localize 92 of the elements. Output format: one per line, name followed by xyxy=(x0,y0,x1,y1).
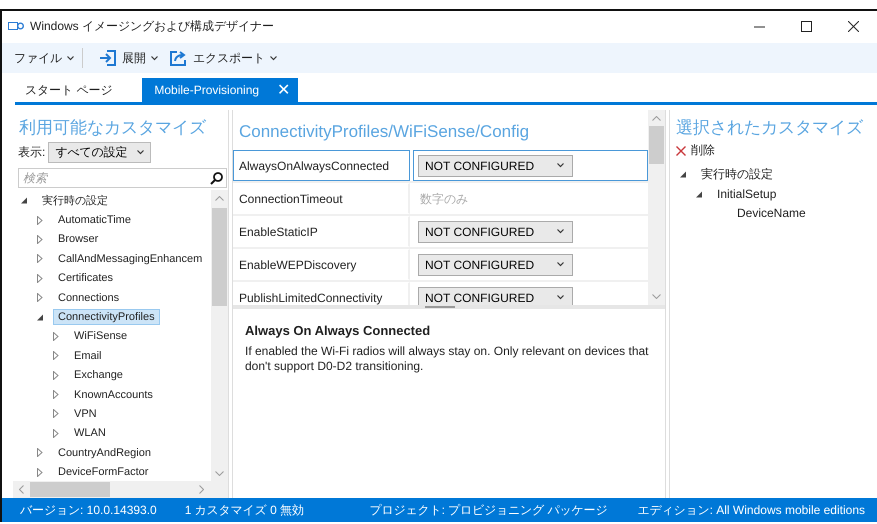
description-text: If enabled the Wi-Fi radios will always stay on. Only relevant on devices that don't support D0-D2 transitioning. xyxy=(245,344,650,374)
chevron-down-icon xyxy=(270,56,277,60)
input-field[interactable]: 数字のみ xyxy=(418,190,572,206)
project-text: プロジェクト: プロビジョニング パッケージ xyxy=(370,502,608,518)
tree-item[interactable]: Connections xyxy=(53,290,124,306)
tree-item[interactable]: WiFiSense xyxy=(69,328,132,344)
tree-item[interactable]: Exchange xyxy=(69,367,128,384)
collapsed-triangle-icon[interactable] xyxy=(36,274,44,283)
tree-item[interactable]: InitialSetup xyxy=(712,185,782,204)
menu-button[interactable]: ファイル xyxy=(8,46,80,70)
tree-item[interactable]: CountryAndRegion xyxy=(53,444,156,461)
chevron-left-icon xyxy=(19,485,24,494)
version-text: バージョン: 10.0.14393.0 xyxy=(20,502,157,518)
collapsed-triangle-icon[interactable] xyxy=(52,351,60,360)
chevron-down-icon xyxy=(137,150,144,155)
chevron-down-icon xyxy=(652,294,661,299)
chevron-up-icon xyxy=(215,196,224,201)
tree-item[interactable]: 実行時の設定 xyxy=(37,191,113,210)
search-icon xyxy=(210,172,223,185)
chevron-down-icon xyxy=(557,163,564,168)
scrollbar-thumb[interactable] xyxy=(212,208,227,306)
expanded-triangle-icon[interactable] xyxy=(20,197,28,204)
value-dropdown[interactable]: NOT CONFIGURED xyxy=(418,154,573,176)
collapsed-triangle-icon[interactable] xyxy=(52,332,60,341)
section-title: ConnectivityProfiles/WiFiSense/Config xyxy=(239,122,530,143)
tab[interactable]: Mobile-Provisioning ✕ xyxy=(142,78,298,102)
description-title: Always On Always Connected xyxy=(245,323,432,338)
setting-name[interactable]: AlwaysOnAlwaysConnected xyxy=(233,150,410,181)
scrollbar[interactable] xyxy=(211,190,228,482)
chevron-down-icon xyxy=(215,471,224,476)
collapsed-triangle-icon[interactable] xyxy=(52,428,60,438)
view-label: 表示: xyxy=(18,144,46,161)
chevron-down-icon xyxy=(151,56,158,60)
close-icon xyxy=(676,146,686,156)
chevron-down-icon xyxy=(557,229,564,234)
tree-item[interactable]: Browser xyxy=(53,231,104,248)
window-title: Windows イメージングおよび構成デザイナー xyxy=(30,18,274,34)
expanded-triangle-icon[interactable] xyxy=(36,314,44,321)
scrollbar-thumb[interactable] xyxy=(30,482,110,497)
tree-item[interactable]: 実行時の設定 xyxy=(696,164,778,186)
import-icon xyxy=(99,50,117,66)
expanded-triangle-icon[interactable] xyxy=(679,171,687,178)
setting-name[interactable]: EnableWEPDiscovery xyxy=(233,249,410,280)
tree-item[interactable]: CallAndMessagingEnhancem xyxy=(53,250,208,267)
chevron-down-icon xyxy=(557,295,564,300)
tree-item[interactable]: DeviceName xyxy=(732,204,811,222)
menu-button[interactable]: 展開 xyxy=(93,46,164,70)
tree-item[interactable]: Email xyxy=(69,348,107,364)
setting-name[interactable]: EnableStaticIP xyxy=(233,216,410,247)
collapsed-triangle-icon[interactable] xyxy=(52,409,60,418)
view-dropdown[interactable]: すべての設定 xyxy=(48,142,152,163)
scrollbar-thumb[interactable] xyxy=(649,126,664,164)
value-dropdown[interactable]: NOT CONFIGURED xyxy=(418,220,573,242)
tree-item[interactable]: KnownAccounts xyxy=(69,386,158,403)
delete-button[interactable]: 削除 xyxy=(676,142,877,159)
scrollbar[interactable] xyxy=(648,110,665,305)
close-tab-button[interactable]: ✕ xyxy=(277,80,290,100)
tree-item[interactable]: WLAN xyxy=(69,425,111,442)
collapsed-triangle-icon[interactable] xyxy=(36,216,44,225)
panel-title: 利用可能なカスタマイズ xyxy=(19,117,207,139)
chevron-up-icon xyxy=(652,116,661,121)
collapsed-triangle-icon[interactable] xyxy=(36,468,44,477)
tab[interactable]: スタート ページ xyxy=(15,78,122,102)
scrollbar[interactable] xyxy=(13,481,228,498)
maximize-icon[interactable] xyxy=(801,20,812,32)
value-dropdown[interactable]: NOT CONFIGURED xyxy=(418,254,573,276)
tree-item[interactable]: ConnectivityProfiles xyxy=(53,309,160,326)
collapsed-triangle-icon[interactable] xyxy=(52,370,60,380)
chevron-down-icon xyxy=(67,56,74,60)
chevron-down-icon xyxy=(557,262,564,267)
chevron-right-icon xyxy=(199,485,204,494)
panel-title: 選択されたカスタマイズ xyxy=(676,117,864,139)
menu-button[interactable]: エクスポート xyxy=(164,46,283,70)
value-dropdown[interactable]: NOT CONFIGURED xyxy=(418,286,573,305)
app-icon xyxy=(8,21,24,31)
edition-text: エディション: All Windows mobile editions xyxy=(638,502,865,518)
collapsed-triangle-icon[interactable] xyxy=(36,234,44,244)
tree-item[interactable]: Certificates xyxy=(53,270,118,286)
setting-name[interactable]: PublishLimitedConnectivity xyxy=(233,282,410,305)
export-icon xyxy=(170,50,188,66)
tree-item[interactable]: DeviceFormFactor xyxy=(53,464,154,479)
search-field[interactable]: 検索 xyxy=(18,168,227,188)
tree-item[interactable]: AutomaticTime xyxy=(53,212,136,228)
close-icon[interactable] xyxy=(848,20,859,32)
expanded-triangle-icon[interactable] xyxy=(695,190,703,198)
collapsed-triangle-icon[interactable] xyxy=(36,448,44,458)
tree-item[interactable]: VPN xyxy=(69,406,102,422)
setting-name[interactable]: ConnectionTimeout xyxy=(233,183,410,214)
collapsed-triangle-icon[interactable] xyxy=(36,254,44,264)
collapsed-triangle-icon[interactable] xyxy=(52,390,60,400)
customization-count: 1 カスタマイズ 0 無効 xyxy=(184,502,304,518)
collapsed-triangle-icon[interactable] xyxy=(36,293,44,302)
